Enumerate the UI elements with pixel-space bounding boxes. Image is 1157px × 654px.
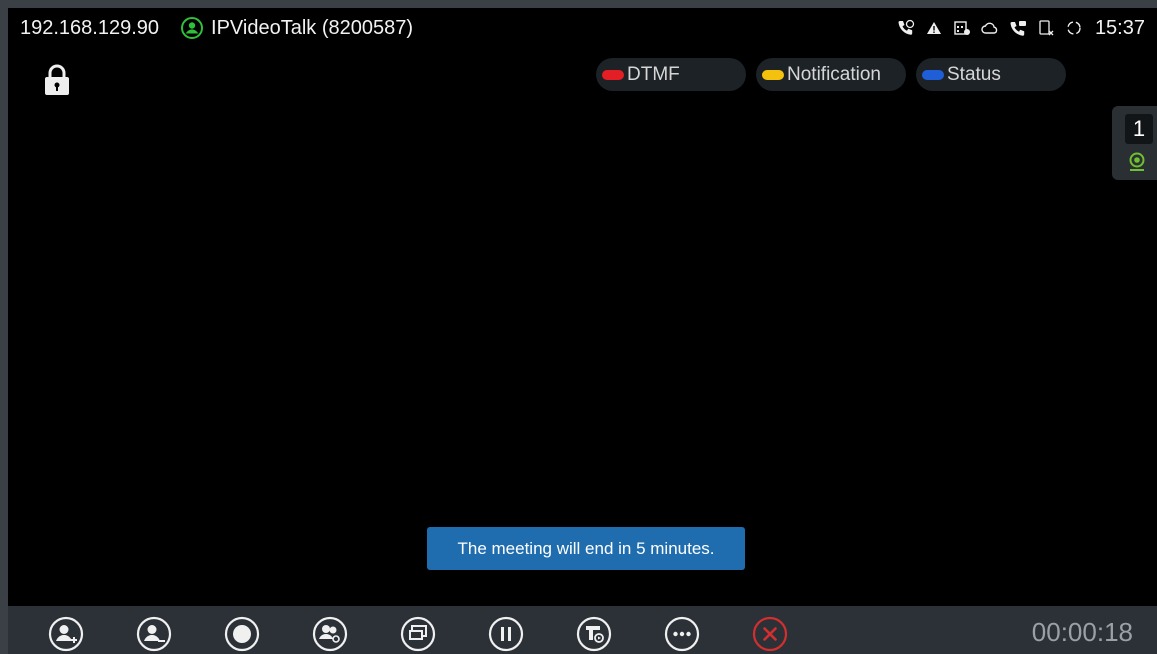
status-label: Status [947, 63, 1001, 85]
hold-button[interactable] [488, 616, 524, 652]
remove-participant-button[interactable] [136, 616, 172, 652]
call-timer: 00:00:18 [1031, 617, 1133, 647]
dtmf-button[interactable]: DTMF [596, 58, 746, 91]
camera-icon [1129, 152, 1145, 171]
sync-icon [1067, 21, 1081, 35]
presentation-icon [400, 616, 436, 652]
clock: 15:37 [1094, 16, 1145, 39]
meeting-end-toast: The meeting will end in 5 minutes. [427, 527, 745, 570]
account-name: IPVideoTalk (8200587) [211, 16, 414, 39]
add-participant-button[interactable] [48, 616, 84, 652]
lock-icon[interactable] [42, 63, 72, 97]
conference-screen: 192.168.129.90 IPVideoTalk (8200587) 15:… [8, 8, 1157, 654]
dtmf-indicator [602, 69, 624, 80]
remove-participant-icon [136, 616, 172, 652]
voicemail-icon [1010, 21, 1026, 36]
status-button[interactable]: Status [916, 58, 1066, 91]
hold-icon [488, 616, 524, 652]
account-icon [181, 17, 204, 39]
record-button[interactable] [224, 616, 260, 652]
notification-button[interactable]: Notification [756, 58, 906, 91]
notification-indicator [762, 69, 784, 80]
participant-panel-tab[interactable]: 1 [1112, 106, 1157, 180]
call-control-bar: 00:00:18 [8, 606, 1157, 654]
cloud-icon [981, 22, 998, 34]
presentation-button[interactable] [400, 616, 436, 652]
end-call-button[interactable] [752, 616, 788, 652]
layout-button[interactable] [312, 616, 348, 652]
call-forward-icon [898, 19, 915, 35]
sim-off-icon [1039, 20, 1054, 36]
more-button[interactable] [664, 616, 700, 652]
system-icons: 15:37 [897, 8, 1145, 48]
notification-label: Notification [787, 63, 881, 85]
dtmf-label: DTMF [627, 63, 680, 85]
end-call-icon [752, 616, 788, 652]
video-button[interactable] [576, 616, 612, 652]
participant-count: 1 [1125, 114, 1153, 144]
status-indicator [922, 69, 944, 80]
add-participant-icon [48, 616, 84, 652]
record-icon [224, 616, 260, 652]
status-bar: 192.168.129.90 IPVideoTalk (8200587) 15:… [8, 8, 1157, 48]
layout-icon [312, 616, 348, 652]
sidebar-pills: DTMF Notification Status [596, 58, 1066, 91]
warning-icon [926, 22, 941, 34]
more-icon [664, 616, 700, 652]
calendar-icon [954, 21, 970, 35]
ip-address: 192.168.129.90 [20, 16, 160, 39]
video-icon [576, 616, 612, 652]
